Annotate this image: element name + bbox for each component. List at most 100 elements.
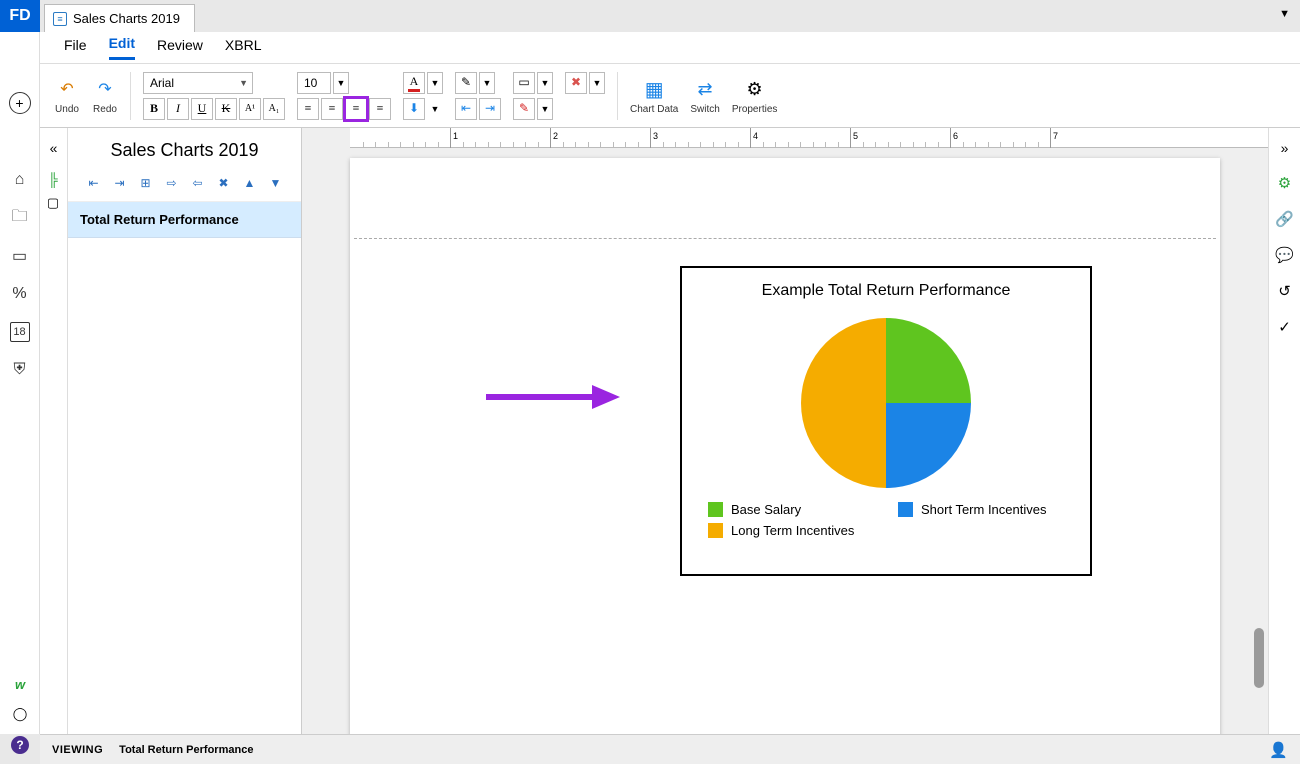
menu-edit[interactable]: Edit xyxy=(109,35,135,60)
indent-decrease-button[interactable]: ⇤ xyxy=(455,98,477,120)
collapse-outline-button[interactable] xyxy=(50,140,58,734)
undo-button[interactable]: ↶ xyxy=(54,76,80,102)
valign-dropdown[interactable]: ▼ xyxy=(427,98,443,120)
expand-right-panel-button[interactable] xyxy=(1281,140,1289,156)
tab-overflow-caret[interactable]: ▼ xyxy=(1279,8,1290,20)
outline-tool-indent[interactable]: ⇥ xyxy=(111,175,129,191)
legend-label-base: Base Salary xyxy=(731,502,801,517)
tree-icon[interactable]: ╠ xyxy=(44,170,62,188)
remove-button[interactable]: ✖ xyxy=(565,72,587,94)
align-center-button[interactable]: ≡ xyxy=(321,98,343,120)
right-rail: ⚙ 🔗 💬 ↺ ✓ xyxy=(1268,128,1300,734)
outline-tool-insert[interactable]: ⊞ xyxy=(137,175,155,191)
font-size-value: 10 xyxy=(304,76,317,90)
document-page[interactable]: Example Total Return Performance Base Sa… xyxy=(350,158,1220,734)
swatch-long xyxy=(708,523,723,538)
font-size-dropdown[interactable]: ▼ xyxy=(333,72,349,94)
check-icon[interactable]: ✓ xyxy=(1276,318,1294,336)
bold-button[interactable]: B xyxy=(143,98,165,120)
link-icon[interactable]: 🔗 xyxy=(1276,210,1294,228)
switch-label: Switch xyxy=(690,104,719,115)
fill-button[interactable]: ▭ xyxy=(513,72,535,94)
scrollbar-thumb[interactable] xyxy=(1254,628,1264,688)
subscript-button[interactable]: A₁ xyxy=(263,98,285,120)
w-icon[interactable]: w xyxy=(15,677,25,692)
app-badge[interactable]: FD xyxy=(0,0,40,32)
percent-icon[interactable]: % xyxy=(10,284,30,304)
canvas-area: 1234567 Example Total Return Performance… xyxy=(302,128,1268,734)
redo-button[interactable]: ↷ xyxy=(92,76,118,102)
align-justify-button[interactable]: ≡ xyxy=(369,98,391,120)
document-icon: ≡ xyxy=(53,12,67,26)
title-bar: FD ≡ Sales Charts 2019 ▼ xyxy=(0,0,1300,32)
font-color-button[interactable]: A xyxy=(403,72,425,94)
clear-format-button[interactable]: ✎ xyxy=(513,98,535,120)
legend-label-long: Long Term Incentives xyxy=(731,523,854,538)
status-bar: VIEWING Total Return Performance 👤 xyxy=(40,734,1300,764)
chart-legend: Base Salary Short Term Incentives Long T… xyxy=(682,488,1090,538)
home-icon[interactable]: ⌂ xyxy=(10,170,30,190)
legend-label-short: Short Term Incentives xyxy=(921,502,1046,517)
underline-button[interactable]: U xyxy=(191,98,213,120)
clear-format-dropdown[interactable]: ▼ xyxy=(537,98,553,120)
separator xyxy=(130,72,131,120)
undo-label: Undo xyxy=(55,104,79,115)
menu-xbrl[interactable]: XBRL xyxy=(225,37,262,59)
remove-dropdown[interactable]: ▼ xyxy=(589,72,605,94)
superscript-button[interactable]: A¹ xyxy=(239,98,261,120)
user-circle-icon[interactable]: ◯ xyxy=(13,706,28,722)
page-icon[interactable]: ▭ xyxy=(10,246,30,266)
legend-item-long: Long Term Incentives xyxy=(708,523,858,538)
pie-chart xyxy=(801,318,971,488)
chart-object[interactable]: Example Total Return Performance Base Sa… xyxy=(680,266,1092,576)
align-left-button[interactable]: ≡ xyxy=(297,98,319,120)
menu-file[interactable]: File xyxy=(64,37,87,59)
folder-icon[interactable]: 🗀 xyxy=(10,208,30,228)
italic-button[interactable]: I xyxy=(167,98,189,120)
annotation-arrow xyxy=(482,382,622,412)
add-button[interactable]: + xyxy=(9,92,31,114)
outline-toolbar: ⇤ ⇥ ⊞ ⇨ ⇦ ✖ ▲ ▼ xyxy=(68,169,301,202)
status-user-icon[interactable]: 👤 xyxy=(1269,741,1288,759)
legend-item-base: Base Salary xyxy=(708,502,858,517)
font-color-dropdown[interactable]: ▼ xyxy=(427,72,443,94)
font-size-combo[interactable]: 10 xyxy=(297,72,331,94)
outline-item[interactable]: Total Return Performance xyxy=(68,202,301,238)
left-rail: + ⌂ 🗀 ▭ % 18 ⛨ xyxy=(0,32,40,734)
tag-icon[interactable]: ▢ xyxy=(44,194,62,212)
gear-icon[interactable]: ⚙ xyxy=(1276,174,1294,192)
legend-item-short: Short Term Incentives xyxy=(898,502,1048,517)
align-right-button[interactable]: ≡ xyxy=(345,98,367,120)
document-tab[interactable]: ≡ Sales Charts 2019 xyxy=(44,4,195,32)
font-name-combo[interactable]: Arial▼ xyxy=(143,72,253,94)
help-icon[interactable]: ? xyxy=(11,736,29,754)
document-tab-label: Sales Charts 2019 xyxy=(73,11,180,26)
properties-button[interactable]: ⚙ xyxy=(742,76,768,102)
strike-button[interactable]: K xyxy=(215,98,237,120)
font-name-value: Arial xyxy=(150,76,174,90)
indent-increase-button[interactable]: ⇥ xyxy=(479,98,501,120)
comment-icon[interactable]: 💬 xyxy=(1276,246,1294,264)
history-icon[interactable]: ↺ xyxy=(1276,282,1294,300)
outline-title: Sales Charts 2019 xyxy=(68,128,301,169)
separator xyxy=(617,72,618,120)
outline-tool-down[interactable]: ▼ xyxy=(267,175,285,191)
outline-tool-outdent[interactable]: ⇤ xyxy=(85,175,103,191)
highlight-button[interactable]: ✎ xyxy=(455,72,477,94)
outline-tool-move-left[interactable]: ⇦ xyxy=(189,175,207,191)
outline-tool-delete[interactable]: ✖ xyxy=(215,175,233,191)
outline-tool-move-right[interactable]: ⇨ xyxy=(163,175,181,191)
valign-button[interactable]: ⬇ xyxy=(403,98,425,120)
fill-dropdown[interactable]: ▼ xyxy=(537,72,553,94)
swatch-base xyxy=(708,502,723,517)
status-doc: Total Return Performance xyxy=(119,744,253,756)
chart-data-button[interactable]: ▦ xyxy=(641,76,667,102)
shield-icon[interactable]: ⛨ xyxy=(10,360,30,380)
number-icon[interactable]: 18 xyxy=(10,322,30,342)
chart-title: Example Total Return Performance xyxy=(682,268,1090,300)
outline-tool-up[interactable]: ▲ xyxy=(241,175,259,191)
highlight-dropdown[interactable]: ▼ xyxy=(479,72,495,94)
switch-button[interactable]: ⇄ xyxy=(692,76,718,102)
menu-bar: File Edit Review XBRL xyxy=(40,32,1300,64)
menu-review[interactable]: Review xyxy=(157,37,203,59)
